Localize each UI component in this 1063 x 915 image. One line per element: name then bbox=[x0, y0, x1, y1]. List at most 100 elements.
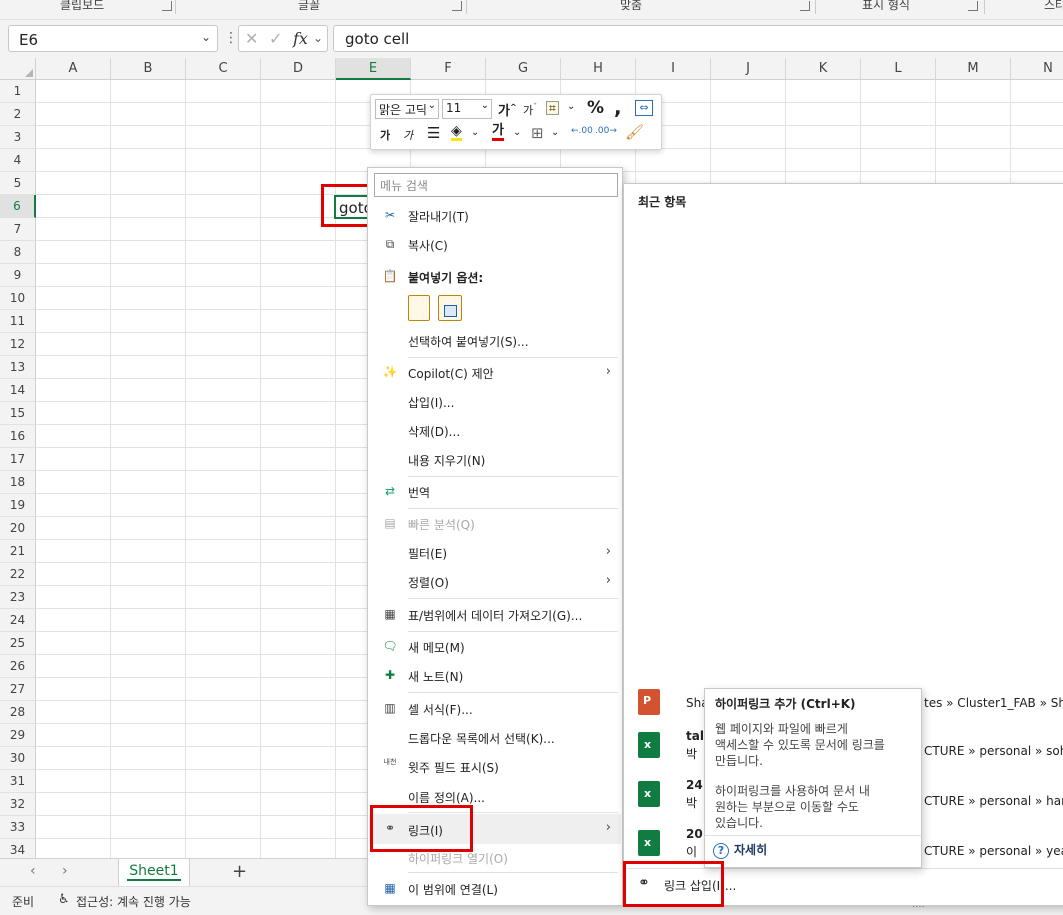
menu-item-paste-special[interactable]: 선택하여 붙여넣기(S)... bbox=[369, 328, 621, 354]
column-header-k[interactable]: K bbox=[786, 58, 861, 80]
row-header-20[interactable]: 20 bbox=[0, 517, 36, 540]
scroll-right-icon[interactable]: › bbox=[62, 863, 68, 879]
row-header-12[interactable]: 12 bbox=[0, 333, 36, 356]
row-header-26[interactable]: 26 bbox=[0, 655, 36, 678]
menu-item-get-data[interactable]: ▦ 표/범위에서 데이터 가져오기(G)... bbox=[369, 602, 621, 628]
merge-center-icon[interactable]: ⇔ bbox=[635, 100, 653, 116]
menu-item-link-to-range[interactable]: ▦ 이 범위에 연결(L) bbox=[369, 876, 621, 902]
menu-item-new-comment[interactable]: 🗨 새 메모(M) bbox=[369, 634, 621, 660]
font-color-icon[interactable]: 가 bbox=[492, 124, 504, 141]
menu-item-filter[interactable]: 필터(E) › bbox=[369, 540, 621, 566]
accessibility-status[interactable]: 접근성: 계속 진행 가능 bbox=[76, 893, 191, 910]
column-header-j[interactable]: J bbox=[711, 58, 786, 80]
paste-picture-icon[interactable] bbox=[438, 295, 462, 321]
sheet-tab-sheet1[interactable]: Sheet1 bbox=[118, 859, 190, 886]
format-painter-icon[interactable]: 🖌 bbox=[625, 123, 644, 141]
row-header-9[interactable]: 9 bbox=[0, 264, 36, 287]
row-header-22[interactable]: 22 bbox=[0, 563, 36, 586]
more-vertical-icon[interactable]: ⋮ bbox=[224, 30, 238, 46]
column-header-f[interactable]: F bbox=[411, 58, 486, 80]
column-header-d[interactable]: D bbox=[261, 58, 336, 80]
column-header-n[interactable]: N bbox=[1011, 58, 1063, 80]
grow-font-icon[interactable]: 가^ bbox=[498, 100, 517, 119]
row-header-15[interactable]: 15 bbox=[0, 402, 36, 425]
menu-item-new-note[interactable]: ✚ 새 노트(N) bbox=[369, 663, 621, 689]
column-header-c[interactable]: C bbox=[186, 58, 261, 80]
recent-file-item[interactable]: x tal 박 bbox=[624, 727, 714, 771]
row-header-25[interactable]: 25 bbox=[0, 632, 36, 655]
row-header-11[interactable]: 11 bbox=[0, 310, 36, 333]
row-header-18[interactable]: 18 bbox=[0, 471, 36, 494]
menu-item-sort[interactable]: 정렬(O) › bbox=[369, 569, 621, 595]
menu-item-insert[interactable]: 삽입(I)... bbox=[369, 389, 621, 415]
row-header-27[interactable]: 27 bbox=[0, 678, 36, 701]
cancel-icon[interactable]: ✕ bbox=[245, 29, 258, 48]
alignment-launcher-icon[interactable] bbox=[800, 1, 810, 11]
row-header-33[interactable]: 33 bbox=[0, 816, 36, 839]
decrease-decimal-icon[interactable]: .00→ bbox=[595, 126, 617, 136]
column-header-e[interactable]: E bbox=[336, 58, 411, 80]
row-header-4[interactable]: 4 bbox=[0, 149, 36, 172]
row-header-34[interactable]: 34 bbox=[0, 839, 36, 858]
chevron-down-icon[interactable]: ⌄ bbox=[567, 101, 575, 112]
row-header-14[interactable]: 14 bbox=[0, 379, 36, 402]
font-name-box[interactable]: 맑은 고딕 ⌄ bbox=[375, 99, 439, 119]
chevron-down-icon[interactable]: ⌄ bbox=[428, 100, 436, 111]
row-header-6[interactable]: 6 bbox=[0, 195, 36, 218]
align-icon[interactable]: ☰ bbox=[427, 124, 440, 142]
menu-item-copy[interactable]: ⧉ 복사(C) bbox=[369, 232, 621, 258]
chevron-down-icon[interactable]: ⌄ bbox=[481, 100, 489, 111]
row-header-17[interactable]: 17 bbox=[0, 448, 36, 471]
chevron-down-icon[interactable]: ⌄ bbox=[513, 127, 521, 138]
menu-item-clear-contents[interactable]: 내용 지우기(N) bbox=[369, 447, 621, 473]
percent-icon[interactable]: % bbox=[587, 98, 604, 118]
row-header-24[interactable]: 24 bbox=[0, 609, 36, 632]
row-header-5[interactable]: 5 bbox=[0, 172, 36, 195]
font-launcher-icon[interactable] bbox=[452, 1, 462, 11]
row-header-21[interactable]: 21 bbox=[0, 540, 36, 563]
paste-icon[interactable] bbox=[408, 295, 430, 321]
row-header-3[interactable]: 3 bbox=[0, 126, 36, 149]
column-header-m[interactable]: M bbox=[936, 58, 1011, 80]
menu-item-cut[interactable]: ✂ 잘라내기(T) bbox=[369, 203, 621, 229]
column-header-a[interactable]: A bbox=[36, 58, 111, 80]
row-header-31[interactable]: 31 bbox=[0, 770, 36, 793]
menu-item-format-cells[interactable]: ▥ 셀 서식(F)... bbox=[369, 696, 621, 722]
column-header-l[interactable]: L bbox=[861, 58, 936, 80]
column-header-g[interactable]: G bbox=[486, 58, 561, 80]
row-header-28[interactable]: 28 bbox=[0, 701, 36, 724]
bold-icon[interactable]: 가 bbox=[380, 127, 390, 143]
row-header-30[interactable]: 30 bbox=[0, 747, 36, 770]
menu-item-copilot[interactable]: ✨ Copilot(C) 제안 › bbox=[369, 360, 621, 386]
menu-item-phonetic[interactable]: 내천 윗주 필드 표시(S) bbox=[369, 754, 621, 780]
chevron-down-icon[interactable]: ⌄ bbox=[313, 31, 323, 45]
row-header-16[interactable]: 16 bbox=[0, 425, 36, 448]
fill-color-icon[interactable]: ◈ bbox=[451, 124, 462, 141]
menu-search-input[interactable]: 메뉴 검색 bbox=[374, 173, 618, 197]
row-header-7[interactable]: 7 bbox=[0, 218, 36, 241]
add-sheet-button[interactable]: + bbox=[232, 861, 247, 882]
row-header-10[interactable]: 10 bbox=[0, 287, 36, 310]
menu-item-translate[interactable]: ⇄ 번역 bbox=[369, 479, 621, 505]
number-launcher-icon[interactable] bbox=[968, 1, 978, 11]
column-header-b[interactable]: B bbox=[111, 58, 186, 80]
menu-item-delete[interactable]: 삭제(D)... bbox=[369, 418, 621, 444]
shrink-font-icon[interactable]: 가ˇ bbox=[523, 102, 537, 118]
row-header-13[interactable]: 13 bbox=[0, 356, 36, 379]
row-header-8[interactable]: 8 bbox=[0, 241, 36, 264]
row-header-19[interactable]: 19 bbox=[0, 494, 36, 517]
row-header-23[interactable]: 23 bbox=[0, 586, 36, 609]
recent-file-item[interactable]: P Sha bbox=[624, 684, 714, 728]
name-box[interactable]: E6 ⌄ bbox=[8, 25, 218, 52]
row-header-2[interactable]: 2 bbox=[0, 103, 36, 126]
italic-icon[interactable]: 가 bbox=[403, 127, 413, 143]
chevron-down-icon[interactable]: ⌄ bbox=[551, 127, 559, 138]
chevron-down-icon[interactable]: ⌄ bbox=[471, 127, 479, 138]
scroll-left-icon[interactable]: ‹ bbox=[30, 863, 36, 879]
font-size-box[interactable]: 11 ⌄ bbox=[442, 99, 492, 119]
column-header-h[interactable]: H bbox=[561, 58, 636, 80]
formula-input[interactable]: goto cell bbox=[333, 25, 1063, 52]
menu-item-pick-from-list[interactable]: 드롭다운 목록에서 선택(K)... bbox=[369, 725, 621, 751]
select-all-button[interactable] bbox=[0, 58, 36, 80]
comma-icon[interactable]: , bbox=[614, 95, 622, 119]
